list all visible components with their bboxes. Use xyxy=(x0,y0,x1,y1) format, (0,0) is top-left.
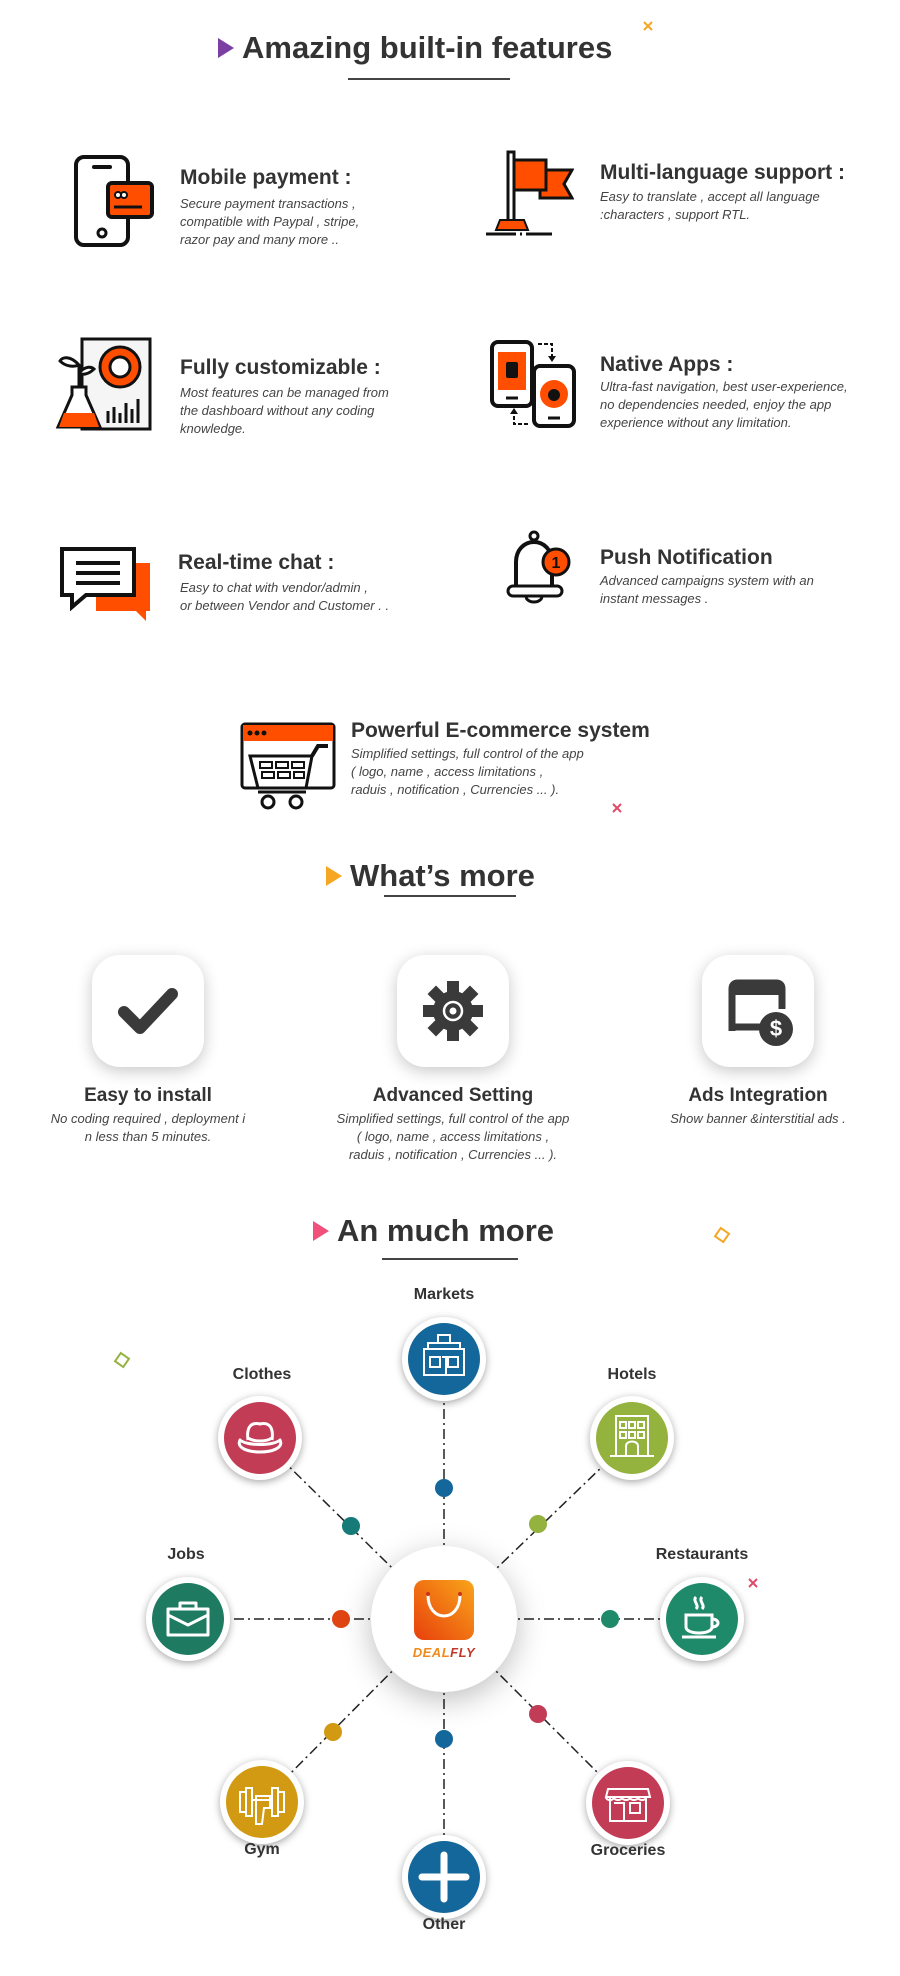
category-node-restaurants[interactable] xyxy=(660,1577,744,1661)
dealfly-hub-logo: DEALFLY xyxy=(371,1546,517,1692)
category-label: Hotels xyxy=(607,1366,657,1383)
category-label: Gym xyxy=(244,1841,280,1858)
brand-part-deal: DEAL xyxy=(412,1644,451,1660)
hotel-building-icon xyxy=(596,1402,668,1474)
category-node-clothes[interactable] xyxy=(218,1396,302,1480)
connector-dot xyxy=(529,1515,547,1533)
dumbbell-icon xyxy=(226,1766,298,1838)
brand-part-fly: FLY xyxy=(450,1644,476,1660)
grocery-shop-icon xyxy=(592,1767,664,1839)
briefcase-icon xyxy=(152,1583,224,1655)
plus-icon xyxy=(408,1841,480,1913)
connector-dot xyxy=(601,1610,619,1628)
connector-dot xyxy=(324,1723,342,1741)
category-node-other[interactable] xyxy=(402,1835,486,1919)
category-label: Restaurants xyxy=(655,1546,749,1563)
hat-icon xyxy=(224,1402,296,1474)
market-store-icon xyxy=(408,1323,480,1395)
brand-name: DEALFLY xyxy=(413,1645,475,1660)
category-node-gym[interactable] xyxy=(220,1760,304,1844)
category-node-jobs[interactable] xyxy=(146,1577,230,1661)
category-node-hotels[interactable] xyxy=(590,1396,674,1480)
category-label: Markets xyxy=(413,1286,475,1303)
connector-dot xyxy=(435,1730,453,1748)
category-label: Groceries xyxy=(590,1842,666,1859)
connector-dot xyxy=(435,1479,453,1497)
category-label: Jobs xyxy=(167,1546,205,1563)
category-label: Clothes xyxy=(232,1366,292,1383)
category-node-groceries[interactable] xyxy=(586,1761,670,1845)
connector-dot xyxy=(342,1517,360,1535)
coffee-cup-icon xyxy=(666,1583,738,1655)
category-node-markets[interactable] xyxy=(402,1317,486,1401)
connector-dot xyxy=(332,1610,350,1628)
category-label: Other xyxy=(422,1916,466,1933)
connector-dot xyxy=(529,1705,547,1723)
shopping-bag-logo-icon xyxy=(414,1579,474,1640)
